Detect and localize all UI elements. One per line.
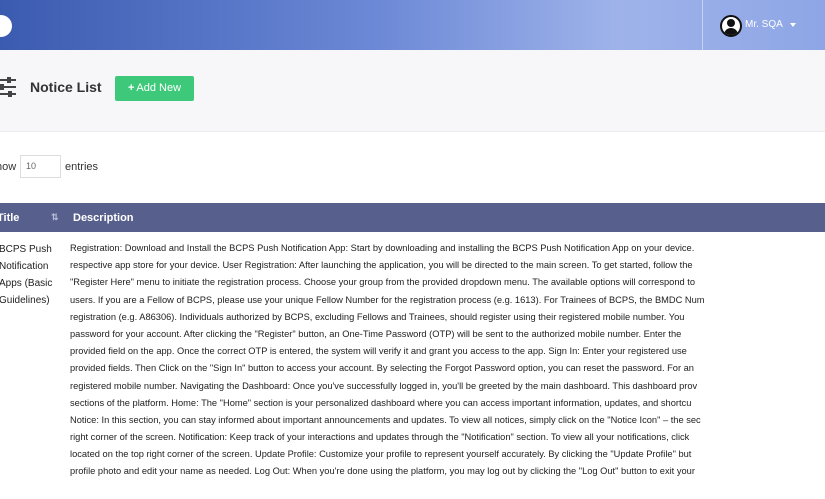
title-line: BCPS Push (0, 244, 52, 255)
description-line: provided fields. Then Click on the "Sign… (70, 363, 694, 374)
list-settings-icon (0, 77, 18, 97)
add-new-button[interactable]: + Add New (115, 76, 194, 101)
description-line: Notice: In this section, you can stay in… (70, 414, 701, 425)
title-line: Notification (0, 261, 49, 272)
page-header: Notice List + Add New (0, 50, 825, 132)
entries-per-page-input[interactable]: 10 (20, 155, 61, 178)
page-title: Notice List (30, 79, 102, 95)
sidebar-toggle-icon[interactable] (0, 15, 12, 37)
description-line: "Register Here" menu to initiate the reg… (70, 277, 696, 288)
sort-icon[interactable]: ⇅ (51, 212, 59, 223)
entries-label: entries (65, 161, 99, 173)
description-line: registration (e.g. A86306). Individuals … (70, 311, 685, 322)
description-line: respective app store for your device. Us… (70, 260, 693, 271)
description-line: provided field on the app. Once the corr… (70, 346, 687, 357)
notice-title-cell: BCPS Push Notification Apps (Basic Guide… (0, 241, 59, 309)
user-menu[interactable]: Mr. SQA (702, 0, 825, 50)
top-navbar: Mr. SQA (0, 0, 825, 50)
title-line: Guidelines) (0, 295, 50, 306)
description-line: located on the top right corner of the s… (70, 449, 692, 460)
show-label: how (0, 161, 17, 173)
description-line: profile photo and edit your name as need… (70, 466, 695, 477)
description-line: right corner of the screen. Notification… (70, 432, 690, 443)
description-line: password for your account. After clickin… (70, 328, 682, 339)
column-header-title[interactable]: Title (0, 212, 19, 224)
table-header: Title ⇅ Description (0, 203, 825, 232)
add-new-label: Add New (136, 82, 182, 94)
title-line: Apps (Basic (0, 278, 53, 289)
user-name: Mr. SQA (745, 19, 783, 30)
description-line: users. If you are a Fellow of BCPS, plea… (70, 294, 705, 305)
description-line: Registration: Download and Install the B… (70, 243, 695, 253)
notice-description-cell: Registration: Download and Install the B… (70, 240, 825, 481)
user-avatar-icon (720, 15, 742, 37)
description-line: sections of the platform. Home: The "Hom… (70, 397, 692, 408)
description-line: registered mobile number. Navigating the… (70, 380, 698, 391)
column-header-description[interactable]: Description (73, 212, 134, 224)
plus-icon: + (127, 82, 135, 94)
caret-down-icon (790, 23, 796, 27)
